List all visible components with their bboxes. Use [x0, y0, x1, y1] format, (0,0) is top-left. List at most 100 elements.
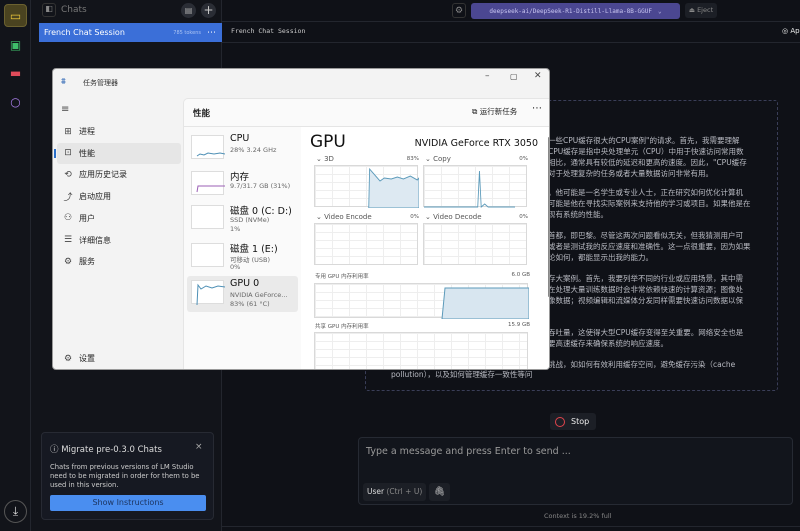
message-line: 一些CPU缓存很大的CPU案例"的请求。首先，我需要理解: [548, 136, 740, 145]
device-2[interactable]: 磁盘 0 (C: D:) SSD (NVMe) 1%: [187, 201, 298, 237]
show-instructions-button[interactable]: Show Instructions: [50, 495, 206, 511]
nav-label: 性能: [79, 148, 95, 158]
chat-item-active[interactable]: French Chat Session 785 tokens ⋯: [39, 23, 222, 42]
nav-performance[interactable]: ⊡ 性能: [54, 142, 181, 164]
nav-label: 应用历史记录: [79, 170, 127, 180]
message-line: 像数据；视频编辑和流媒体分发同样需要快速访问数据以保: [548, 296, 743, 305]
app-rail: ▭ ▣ ▬ ○ ⤓: [0, 0, 31, 531]
message-input-box[interactable]: Type a message and press Enter to send .…: [358, 437, 793, 505]
info-icon: ⓘ: [50, 445, 62, 455]
engine-label[interactable]: ⌄ Video Decode: [425, 213, 482, 221]
minimize-button[interactable]: –: [485, 71, 490, 81]
startup-apps-icon: ⤴: [63, 193, 73, 204]
new-folder-icon[interactable]: ▤: [181, 3, 196, 18]
window-close-button[interactable]: ✕: [534, 71, 542, 81]
chevron-down-icon: ⌄: [316, 213, 325, 221]
folder-icon[interactable]: ▬: [4, 61, 27, 84]
stop-icon: [555, 416, 565, 427]
task-manager-window: ⩩ 任务管理器 – ▢ ✕ ≡ ⊞ 进程 ⊡ 性能 ⟲ 应用历史记录 ⤴ 启动应用 ⚇ 用户 ☰ 详细…: [52, 68, 550, 370]
chat-header-title: French Chat Session: [231, 27, 306, 35]
nav-services[interactable]: ⚙ 服务: [57, 251, 181, 272]
device-detail: 9.7/31.7 GB (31%): [230, 182, 291, 190]
shared-memory-value: 15.9 GB: [507, 322, 530, 328]
collapse-sidebar-icon[interactable]: ◧: [42, 3, 56, 17]
role-shortcut: (Ctrl + U): [386, 487, 423, 496]
performance-icon: ⊡: [64, 148, 72, 159]
scrollbar[interactable]: [548, 137, 549, 297]
device-usage: 83% (61 °C): [230, 300, 270, 308]
more-options-icon[interactable]: ⋯: [532, 103, 542, 114]
device-4[interactable]: GPU 0 NVIDIA GeForce... 83% (61 °C): [187, 276, 298, 312]
role-label: User: [367, 487, 385, 496]
device-detail: SSD (NVMe): [230, 216, 270, 224]
terminal-icon[interactable]: ▣: [4, 33, 27, 56]
gpu-detail: GPU NVIDIA GeForce RTX 3050 ⌄ 3D 83% ⌄ Cop…: [301, 127, 549, 369]
message-line: 或者是测试我的反应速度和准确性。这一点很重要，因为如果: [548, 242, 751, 251]
stop-label: Stop: [571, 417, 590, 426]
nav-app-history[interactable]: ⟲ 应用历史记录: [57, 164, 181, 185]
users-icon: ⚇: [63, 213, 73, 224]
device-name: 内存: [230, 172, 250, 183]
services-icon: ⚙: [63, 256, 73, 267]
nav-startup-apps[interactable]: ⤴ 启动应用: [57, 186, 181, 207]
run-new-task-button[interactable]: ⧉ 运行新任务: [472, 106, 517, 117]
device-thumbnail: [191, 135, 226, 159]
device-3[interactable]: 磁盘 1 (E:) 可移动 (USB) 0%: [187, 239, 298, 275]
chat-title: French Chat Session: [44, 28, 125, 37]
message-line: 吞吐量，这使得大型CPU缓存变得至关重要。网络安全也是: [548, 328, 744, 337]
message-input[interactable]: Type a message and press Enter to send .…: [366, 446, 571, 457]
nav-label: 详细信息: [79, 235, 111, 245]
shared-memory-label: 共享 GPU 内存利用率: [315, 324, 369, 330]
message-line: CPU缓存是指中央处理单元（CPU）中用于快速访问常用数: [548, 147, 744, 156]
more-icon[interactable]: ⋯: [207, 28, 216, 38]
close-icon[interactable]: ×: [195, 442, 203, 452]
engine-label[interactable]: ⌄ Copy: [425, 155, 451, 163]
message-line: 现有系统的性能。: [548, 210, 608, 219]
settings-gear-icon[interactable]: ⚙: [452, 3, 466, 18]
app-label: Ap: [790, 27, 800, 35]
nav-label: 进程: [79, 127, 95, 136]
engine-value: 0%: [519, 214, 528, 220]
stop-button[interactable]: Stop: [550, 413, 596, 430]
attach-icon[interactable]: 🖇: [429, 483, 450, 501]
download-icon[interactable]: ⤓: [4, 500, 27, 523]
nav-settings[interactable]: ⚙ 设置: [57, 348, 181, 369]
gpu-model: NVIDIA GeForce RTX 3050: [414, 138, 538, 149]
app-button[interactable]: ◎ Ap: [782, 27, 800, 35]
message-line: 。他可能是一名学生或专业人士，正在研究如何优化计算机: [548, 188, 743, 197]
message-line: 论如何，都能显示出我的能力。: [548, 253, 653, 262]
chevron-down-icon: ⌄: [316, 155, 325, 163]
device-thumbnail: [191, 171, 225, 195]
chevron-down-icon: ⌄: [425, 213, 434, 221]
hamburger-menu-icon[interactable]: ≡: [61, 104, 69, 115]
window-title: 任务管理器: [83, 79, 118, 87]
nav-label: 用户: [79, 213, 95, 223]
role-selector[interactable]: User (Ctrl + U): [363, 483, 427, 501]
engine-label[interactable]: ⌄ Video Encode: [316, 213, 372, 221]
migrate-notice: ⓘ Migrate pre-0.3.0 Chats × Chats from p…: [41, 432, 214, 520]
dedicated-memory-label: 专用 GPU 内存利用率: [315, 274, 369, 280]
gpu-title: GPU: [310, 132, 346, 152]
maximize-button[interactable]: ▢: [510, 72, 518, 81]
new-chat-icon[interactable]: +: [201, 3, 216, 18]
message-line: 要高速缓存来确保系统的响应速度。: [548, 339, 668, 348]
message-line: 存大案例。首先，我要列举不同的行业或应用场景，其中需: [548, 274, 743, 283]
device-1[interactable]: 内存 9.7/31.7 GB (31%): [187, 167, 298, 203]
device-usage: 1%: [230, 225, 241, 233]
chat-icon[interactable]: ▭: [4, 4, 27, 27]
device-0[interactable]: CPU 28% 3.24 GHz: [187, 131, 298, 167]
model-selector[interactable]: deepseek-ai/DeepSeek-R1-Distill-Llama-8B…: [471, 3, 680, 19]
nav-processes[interactable]: ⊞ 进程: [57, 121, 181, 142]
nav-users[interactable]: ⚇ 用户: [57, 208, 181, 229]
engine-value: 0%: [410, 214, 419, 220]
model-name: deepseek-ai/DeepSeek-R1-Distill-Llama-8B…: [489, 7, 652, 15]
run-task-label: 运行新任务: [479, 107, 518, 116]
section-title: 性能: [193, 109, 211, 119]
engine-graph: [314, 223, 418, 265]
device-thumbnail: [191, 205, 224, 229]
nav-details[interactable]: ☰ 详细信息: [57, 230, 181, 251]
eject-button[interactable]: ⏏ Eject: [685, 3, 717, 18]
message-line: 在处理大量训练数据时会非常依赖快速的计算资源；图像处: [548, 285, 743, 294]
engine-label[interactable]: ⌄ 3D: [316, 155, 334, 163]
search-icon[interactable]: ○: [4, 90, 27, 113]
